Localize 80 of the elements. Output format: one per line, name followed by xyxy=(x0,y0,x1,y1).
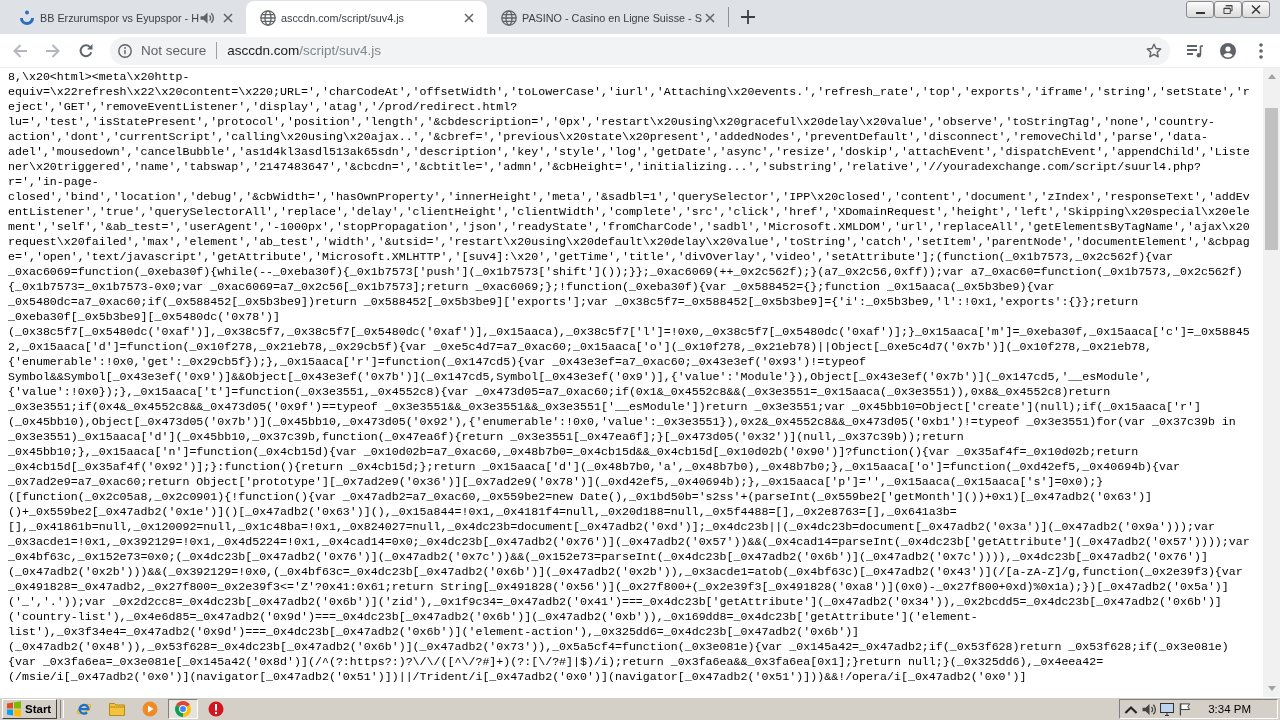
code-line: ('country-list'),_0x4e6d85=_0x47adb2('0x9d')===_0x4dc23b[_0x47adb2('0x6b')](_0x47adb2('0xb')),_0x169dd8=_0x4dc23b['getAttribute']('element- xyxy=(8,609,979,624)
clock-text: 3:34 PM xyxy=(1208,703,1251,715)
close-icon[interactable] xyxy=(223,12,233,23)
globe-icon xyxy=(260,9,276,26)
account-icon[interactable] xyxy=(1220,42,1236,59)
code-line: lu=','test','isStatePresent','protocol','position','length','&cbdescription=','0px','restart\x20using\x20graceful\x20delay\x20value','observe','toStringTag','none','country- xyxy=(8,114,1216,129)
code-line: _0x7ad2e9=a7_0xac60;return Object['prototype'][_0x7ad2e9('0x36')][_0x7ad2e9('0x78')](_0xd42ef5,_0x40694b);},_0x15aaca['p']='',_0x15aaca(_0x15aaca['s']=0x0);} xyxy=(8,474,1105,489)
code-line: (_0x45bb10),Object[_0x473d05('0x7b')](_0x45bb10,_0x473d05('0x92'),{'enumerable':!0x0,'value':_0x3e3551}),0x2&_0x4552c8&&_0x473d05('0xb1')!=typeof _0x3e3551)for(var _0x37c39b in xyxy=(8,414,1237,429)
url-text: asccdn.com/script/suv4.js xyxy=(227,43,382,58)
playlist-icon[interactable] xyxy=(1187,42,1203,59)
browser-logo-icon xyxy=(175,701,192,717)
close-window-button[interactable] xyxy=(1242,1,1270,18)
code-line: request\x20failed','max','element','ab_test','width','&utsid=','restart\x20using\x20default\x20delay\x20value','toString','catch','setItem','parentNode','documentElement','&cbpag xyxy=(8,234,1251,249)
code-line: _0xac6069=function(_0xeba30f){while(--_0xeba30f){_0x1b7573['push'](_0x1b7573['shift']());}};_0xac6069(++_0x2c562f);}(a7_0x2c56,0xff));var a7_0xac60=function(_0x1b7573,_0x2c562f) xyxy=(8,264,1244,279)
code-line: closed','bind','location','debug','&cbWidth=','hasOwnProperty','innerHeight','meta','&sadbl=1','querySelector','IPP\x20closed','content','document','zIndex','responseText','addEv xyxy=(8,189,1251,204)
code-line: _0x491828=_0x47adb2,_0x27f800=_0x2e39f3<='Z'?0x41:0x61;return String[_0x491828('0x56')](_0x27f800+(_0x2e39f3[_0x491828('0xa8')](0x0)-_0x27f800+0xd)%0x1a);})[_0x47adb2('0x5a')] xyxy=(8,579,1230,594)
code-line: _0x45bb10;},_0x15aaca['n']=function(_0x4cb15d){var _0x10d02b=a7_0xac60,_0x48b7b0=_0x4cb15d&&_0x4cb15d[_0x10d02b('0x90')]?function(){var _0x35af4f=_0x10d02b;return xyxy=(8,444,1140,459)
windows-flag-icon xyxy=(6,701,22,717)
star-icon[interactable] xyxy=(1146,42,1162,59)
code-line: _0x3e3551;if(0x4&_0x4552c8&&_0x473d05('0x9f')==typeof _0x3e3551&&_0x3e3551&&_0x3e3551['__esModule'])return _0x3e3551;var _0x45bb10=Object['create'](null);if(_0x15aaca['r'] xyxy=(8,399,1202,414)
code-line: _0x5480dc=a7_0xac60;if(_0x588452[_0x5b3be9])return _0x588452[_0x5b3be9]['exports'];var _0x38c5f7=_0x588452[_0x5b3be9]={'i':_0x5b3be9,'l':!0x1,'exports':{}};return xyxy=(8,294,1140,309)
monitor-icon[interactable] xyxy=(1160,702,1175,716)
code-line: (_0x38c5f7[_0x5480dc('0xaf')],_0x38c5f7,_0x38c5f7[_0x5480dc('0xaf')],_0x15aaca),_0x38c5f7['l']=!0x0,_0x38c5f7[_0x5480dc('0xaf')];}_0x15aaca['m']=_0xeba30f,_0x15aaca['c']=_0x58845 xyxy=(8,324,1251,339)
code-line: 2,_0x15aaca['d']=function(_0x10f278,_0x21eb78,_0x29cb5f){var _0xe5c4d7=a7_0xac60;_0x15aaca['o'](_0x10f278,_0x21eb78)||Object[_0xe5c4d7('0x7b')](_0x10f278,_0x21eb78, xyxy=(8,339,1154,354)
close-icon xyxy=(1251,5,1261,14)
code-line: r=','in-page- xyxy=(8,174,100,189)
browser-tab[interactable]: BB Erzurumspor vs Eyupspor - H xyxy=(5,1,246,34)
code-line: ()+_0x559be2[_0x47adb2('0x1e')]()[_0x47adb2('0x63')](),_0x15a844=!0x1,_0x4181f4=null,_0x20d188=null,_0x5f4488=[],_0x2e8763=[],_0x641a3b= xyxy=(8,504,958,519)
code-line: equiv=\x22refresh\x22\x20content=\x220;URL=','charCodeAt','offsetWidth','toLowerCase','iurl','Attaching\x20events.','refresh_rate','top','exports','iframe','string','setState','r xyxy=(8,84,1251,99)
code-line: _0xeba30f[_0x5b3be9][_0x5480dc('0x78')] xyxy=(8,309,282,324)
code-line: entListener','true','querySelectorAll','replace','delay','clientHeight','clientWidth','complete','src','click','href','XDomainRequest','height','left','Skipping\x20special\x20ele xyxy=(8,204,1251,219)
taskbar-button[interactable] xyxy=(168,699,199,719)
code-line: ment','self','&ab_test=','userAgent','-1000px','stopPropagation','json','readyState','fromCharCode','sadbl','Microsoft.XMLDOM','url','replaceAll','getElementsByTagName','ajax\x20 xyxy=(8,219,1251,234)
security-label: Not secure xyxy=(141,43,207,58)
code-line: {'value':!0x0});},_0x15aaca['t']=function(_0x3e3551,_0x4552c8){var _0x473d05=a7_0xac60;if(0x1&_0x4552c8&&(_0x3e3551=_0x15aaca(_0x3e3551)),0x8&_0x4552c8)return xyxy=(8,384,1112,399)
code-line: [],_0x41861b=null,_0x120092=null,_0x1c48ba=!0x1,_0x824027=null,_0x4dc23b=document[_0x47adb2('0xd')];_0x4dc23b||(_0x4dc23b=document[_0x47adb2('0x3a')](_0x47adb2('0x9a')));var xyxy=(8,519,1216,534)
code-line: list'),_0x3f34e4=_0x47adb2('0x9d')===_0x4dc23b[_0x47adb2('0x6b')]('element-action'),_0x325dd6=_0x4dc23b[_0x47adb2('0x6b')] xyxy=(8,624,861,639)
play-icon xyxy=(142,701,159,717)
speaker-icon[interactable] xyxy=(1142,702,1157,716)
close-icon[interactable] xyxy=(464,12,474,23)
code-line: {_0x1b7573=_0x1b7573-0x0;var _0xac6069=a7_0x2c56[_0x1b7573];return _0xac6069;};!function(_0xeba30f){var _0x588452={};function _0x15aaca(_0x5b3be9){var xyxy=(8,279,1056,294)
code-line: _0x4cb15d[_0x35af4f('0x92')];}:function(){return _0x4cb15d;};return _0x15aaca['d'](_0x48b7b0,'a',_0x48b7b0),_0x48b7b0;},_0x15aaca['o']=function(_0xd42ef5,_0x40694b){var xyxy=(8,459,1181,474)
restore-button[interactable] xyxy=(1214,1,1242,18)
code-line: (_0x47adb2('0x48')),_0x53f628=_0x4dc23b[_0x47adb2('0x6b')](_0x47adb2('0x73')),_0x5a5cf4=function(_0x3e081e){var _0x145a42=_0x47adb2;if(_0x53f628)return _0x53f628;if(_0x3e081e) xyxy=(8,639,1230,654)
browser-tab[interactable]: asccdn.com/script/suv4.js xyxy=(246,1,487,34)
minimize-button[interactable] xyxy=(1186,1,1214,18)
close-icon[interactable] xyxy=(705,12,715,23)
code-line: (_0x47adb2('0x2b')))&&(_0x392129=!0x0,(_0x4bf63c=_0x4dc23b[_0x47adb2('0x6b')](_0x47adb2('0x2b')),_0x3acde1=atob(_0x4bf63c)[_0x47adb2('0x43')](/[a-zA-Z]/g,function(_0x2e39f3){var xyxy=(8,564,1244,579)
folder-icon xyxy=(109,701,126,717)
code-line: _0x3acde1=!0x1,_0x392129=!0x1,_0x4d5224=!0x1,_0x4cad14=0x0;_0x4dc23b[_0x47adb2('0x76')](_0x47adb2('0x57'))&&(_0x4cad14=parseInt(_0x4dc23b['getAttribute'](_0x47adb2('0x57'))));var xyxy=(8,534,1251,549)
menu-icon[interactable] xyxy=(1259,42,1263,59)
site-logo-icon xyxy=(19,9,35,26)
code-line: _0x4bf63c,_0x152e73=0x0;(_0x4dc23b[_0x47adb2('0x76')](_0x47adb2('0x7c'))&&(_0x152e73=parseInt(_0x4dc23b[_0x47adb2('0x6b')](_0x47adb2('0x7c')))),_0x4dc23b[_0x47adb2('0x76')] xyxy=(8,549,1209,564)
scrollbar-thumb[interactable] xyxy=(1265,108,1278,250)
alert-icon xyxy=(208,701,225,717)
new-tab-icon[interactable] xyxy=(741,10,755,24)
code-line: eject','GET','removeEventListener','display','atag','/prod/redirect.html? xyxy=(8,99,519,114)
info-icon[interactable] xyxy=(118,43,132,58)
code-line: ner\x20triggered','name','tabswap','2147483647','&cbcdn=','&cbtitle=','admn','&cbHeight=','initializing...','substring','relative','//youradexchange.com/script/suurl4.php? xyxy=(8,159,1202,174)
code-line: e=','open','text/javascript','getAttribute','Microsoft.XMLHTTP','[suv4]:\x20','getTime','title','divOverlay','video','setAttribute'];(function(_0x1b7573,_0x2c562f){var xyxy=(8,249,1174,264)
start-button[interactable]: Start xyxy=(2,699,58,719)
code-line: ('_','.'));var _0x2d2cc8=_0x4dc23b[_0x47adb2('0x6b')]('zid'),_0x1f9c34=_0x47adb2('0x41')===_0x4dc23b['getAttribute'](_0x47adb2('0x34')),_0x2bcdd5=_0x4dc23b[_0x47adb2('0x6b')] xyxy=(8,594,1223,609)
speaker-icon[interactable] xyxy=(200,11,214,24)
code-line: {var _0x3fa6ea=_0x3e081e[_0x145a42('0x8d')](/^(?:https?:)?\/\/([^\/?#]+)(?:[\/?#]|$)/i);return _0x3fa6ea&&_0x3fa6ea[0x1];}return null;}(_0x325dd6),_0x4eea42= xyxy=(8,654,1105,669)
code-line: Symbol&&Symbol[_0x43e3ef('0x9')]&&Object[_0x43e3ef('0x7b')](_0x147cd5,Symbol[_0x43e3ef('0x9')],{'value':'Module'}),Object[_0x43e3ef('0x7b')](_0x147cd5,'__esModule', xyxy=(8,369,1154,384)
code-line: action','dont','currentScript','calling\x20using\x20ajax..','&cbref=','previous\x20state\x20present','addedNodes','preventDefault','disconnect','removeChild','parse','data- xyxy=(8,129,1209,144)
code-line: _0x3e3551)_0x15aaca['d'](_0x45bb10,_0x37c39b,function(_0x47ea6f){return _0x3e3551[_0x47ea6f];}[_0x473d05('0x32')](null,_0x37c39b));return xyxy=(8,429,965,444)
code-line: {'enumerable':!0x0,'get':_0x29cb5f});},_0x15aaca['r']=function(_0x147cd5){var _0x43e3ef=a7_0xac60;_0x43e3ef('0x93')!=typeof xyxy=(8,354,868,369)
code-line: 8,\x20<html><meta\x20http- xyxy=(8,69,191,84)
code-line: adel','mousedown','cancelBubble','as1d4kl3asdl513ak65sdn','description','key','style','log','getDate','async','resize','doskip','attachEvent','dispatchEvent','appendChild','Liste xyxy=(8,144,1251,159)
minimize-icon xyxy=(1195,11,1205,14)
browser-tab[interactable]: PASINO - Casino en Ligne Suisse - S xyxy=(487,1,728,34)
reload-icon[interactable] xyxy=(78,42,94,59)
flag-icon[interactable] xyxy=(1178,702,1193,716)
e-logo-icon xyxy=(76,701,93,717)
restore-icon xyxy=(1223,5,1233,14)
code-line: ([function(_0x2c05a8,_0x2c0901){!function(){var _0x47adb2=a7_0xac60,_0x559be2=new Date(),_0x1bd50b='s2ss'+(parseInt(_0x559be2['getMonth']())+0x1)[_0x47adb2('0x63')] xyxy=(8,489,1154,504)
globe-icon xyxy=(501,9,517,26)
address-bar[interactable]: Not secure asccdn.com/script/suv4.js xyxy=(110,36,1170,65)
code-line: (/msie/i[_0x47adb2('0x0')](navigator[_0x47adb2('0x51')])||/Trident/i[_0x47adb2('0x0')](navigator[_0x47adb2('0x51')]))&&!/opera/i[_0x47adb2('0x0')] xyxy=(8,669,1028,684)
